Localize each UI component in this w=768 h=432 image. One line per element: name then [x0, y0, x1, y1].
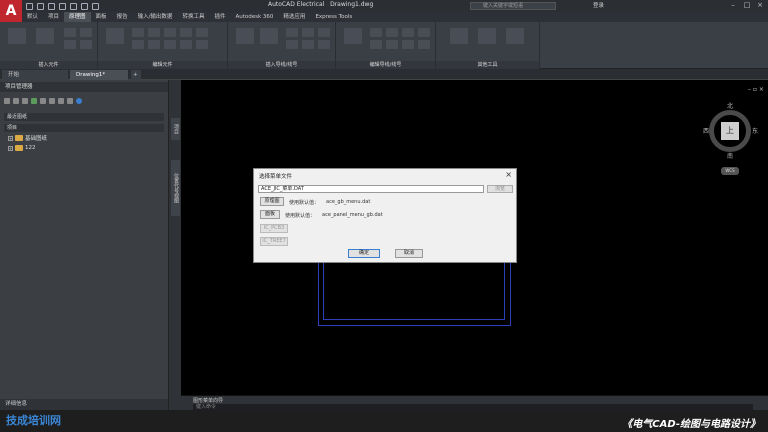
folder-icon [15, 145, 23, 151]
document-tabs: 开始 Drawing1* + [0, 69, 768, 80]
select-menu-file-dialog: 选择菜单文件 × ACE_JIC_菜单.DAT 浏览 原理图 使用默认值： ac… [253, 168, 517, 263]
panel-title[interactable]: 插入元件 [0, 61, 97, 69]
ribbon-tab[interactable]: 转换工具 [177, 12, 209, 22]
save-as-icon[interactable] [59, 2, 66, 10]
tree-item-label: 基础图纸 [25, 136, 48, 142]
title-bar [0, 0, 768, 12]
palette-side-tabs: 项目 位置代号视图 [168, 80, 181, 410]
ribbon: 插入元件 编辑元件 插入导线/线号 编辑导线/线号 其他工具 [0, 22, 768, 69]
tree-item[interactable]: + 基础图纸 [8, 134, 47, 142]
compass-east[interactable]: 东 [752, 126, 758, 135]
undo-icon[interactable] [81, 2, 88, 10]
dialog-title: 选择菜单文件 [259, 174, 293, 180]
panel-edit-wires: 编辑导线/线号 [336, 22, 436, 69]
default-value-2: ace_panel_menu_gb.dat [322, 212, 383, 218]
expand-icon[interactable]: + [8, 145, 13, 151]
drawing-border-inner [323, 258, 505, 320]
ic-pcb3-button[interactable]: IC_PCB3 [260, 224, 288, 233]
details-panel-header[interactable]: 详细信息 [0, 399, 168, 410]
schematic-button[interactable]: 原理图 [260, 197, 284, 206]
panel-title[interactable]: 插入导线/线号 [228, 61, 335, 69]
default-value-1: ace_gb_menu.dat [326, 199, 371, 205]
panel-title[interactable]: 编辑导线/线号 [336, 61, 435, 69]
ribbon-tab[interactable]: Autodesk 360 [230, 12, 278, 22]
save-icon[interactable] [48, 2, 55, 10]
section-projects[interactable]: 项目 [4, 124, 164, 132]
publish-icon[interactable] [58, 98, 64, 104]
compass-west[interactable]: 西 [703, 126, 709, 135]
redo-icon[interactable] [92, 2, 99, 10]
section-recent-drawings[interactable]: 最近图纸 [4, 113, 164, 121]
ribbon-tab[interactable]: 面板 [91, 12, 112, 22]
close-window-button[interactable]: × [755, 1, 765, 10]
minimize-button[interactable]: – [728, 1, 738, 10]
ribbon-tab[interactable]: 默认 [22, 12, 43, 22]
search-input[interactable]: 键入关键字或短语 [470, 2, 556, 10]
signin-button[interactable]: 登录 [593, 1, 604, 9]
ribbon-tab[interactable]: 输入/输出数据 [133, 12, 178, 22]
open-project-icon[interactable] [4, 98, 10, 104]
tab-project[interactable]: 项目 [171, 118, 180, 140]
print-icon[interactable] [70, 2, 77, 10]
ribbon-tab[interactable]: 插件 [209, 12, 230, 22]
ribbon-tab[interactable]: 精选应用 [278, 12, 310, 22]
video-caption-bar: 技成培训网 《电气CAD-绘图与电路设计》 [0, 410, 768, 432]
default-label-2: 使用默认值： [285, 213, 316, 219]
app-name: AutoCAD Electrical [268, 1, 325, 8]
ic-tree7-button[interactable]: IC_TREE7 [260, 237, 288, 246]
ribbon-tab[interactable]: Express Tools [310, 12, 357, 22]
help-icon[interactable] [76, 98, 82, 104]
folder-icon [15, 135, 23, 141]
open-icon[interactable] [37, 2, 44, 10]
refresh-icon[interactable] [31, 98, 37, 104]
expand-icon[interactable]: + [8, 135, 13, 141]
tree-item[interactable]: + 122 [8, 145, 36, 151]
ribbon-tabs: 默认 项目 原理图 面板 报告 输入/输出数据 转换工具 插件 Autodesk 360 精选应用… [22, 12, 768, 22]
quick-access-toolbar [26, 1, 99, 11]
compass-north[interactable]: 北 [727, 101, 733, 110]
cube-top-face[interactable]: 上 [721, 122, 739, 140]
panel-other-tools: 其他工具 [436, 22, 540, 69]
viewport-controls[interactable]: – ▫ × [748, 86, 764, 93]
project-manager-title: 项目管理器 [0, 82, 168, 92]
panel-title[interactable]: 其他工具 [436, 61, 539, 69]
panel-title[interactable]: 编辑元件 [98, 61, 227, 69]
new-project-icon[interactable] [13, 98, 19, 104]
ribbon-tab[interactable]: 原理图 [64, 12, 91, 22]
browse-button[interactable]: 浏览 [487, 185, 513, 193]
cancel-button[interactable]: 取消 [395, 249, 423, 258]
command-line: 图形菜单向导 键入命令 [181, 395, 768, 411]
plot-icon[interactable] [67, 98, 73, 104]
default-label-1: 使用默认值： [289, 200, 320, 206]
menu-file-path-input[interactable]: ACE_JIC_菜单.DAT [258, 185, 484, 193]
tab-location-view[interactable]: 位置代号视图 [171, 160, 180, 216]
document-name: Drawing1.dwg [330, 1, 374, 8]
wcs-menu[interactable]: WCS [721, 167, 739, 175]
ok-button[interactable]: 确定 [348, 249, 380, 258]
panel-button[interactable]: 面板 [260, 210, 280, 219]
brand-logo: 技成培训网 [6, 414, 61, 427]
panel-edit-components: 编辑元件 [98, 22, 228, 69]
tab-start[interactable]: 开始 [2, 70, 68, 80]
dialog-close-button[interactable]: × [505, 170, 512, 179]
panel-insert-components: 插入元件 [0, 22, 98, 69]
compass-south[interactable]: 南 [727, 151, 733, 160]
project-properties-icon[interactable] [40, 98, 46, 104]
course-title: 《电气CAD-绘图与电路设计》 [622, 419, 760, 430]
window-title: AutoCAD Electrical Drawing1.dwg [268, 1, 373, 8]
ribbon-tab[interactable]: 报告 [112, 12, 133, 22]
tree-item-label: 122 [25, 145, 36, 151]
ribbon-tab[interactable]: 项目 [43, 12, 64, 22]
drawing-list-icon[interactable] [49, 98, 55, 104]
panel-insert-wires: 插入导线/线号 [228, 22, 336, 69]
viewcube[interactable]: 上 北 南 东 西 WCS [703, 100, 762, 180]
command-history: 图形菜单向导 [193, 398, 224, 404]
app-menu-button[interactable]: A [0, 0, 22, 22]
new-tab-button[interactable]: + [131, 70, 141, 80]
new-icon[interactable] [26, 2, 33, 10]
new-drawing-icon[interactable] [22, 98, 28, 104]
maximize-button[interactable]: □ [742, 1, 752, 10]
tab-drawing1[interactable]: Drawing1* [70, 70, 128, 80]
project-manager-toolbar [4, 98, 82, 108]
